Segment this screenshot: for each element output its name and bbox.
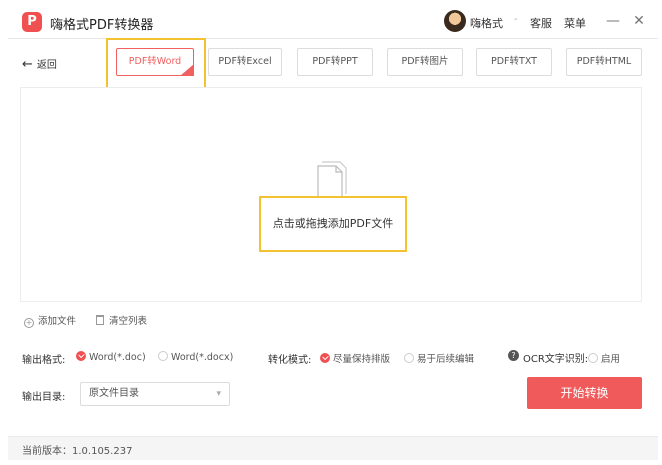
radio-label: Word(*.doc) [89, 352, 146, 363]
ocr-enable-radio[interactable]: 启用 [588, 351, 620, 365]
minimize-icon[interactable]: — [604, 12, 622, 30]
trash-icon [96, 315, 104, 325]
app-title: 嗨格式PDF转换器 [50, 18, 154, 33]
conversion-mode-label: 转化模式: [268, 355, 312, 366]
format-docx-radio[interactable]: Word(*.docx) [158, 351, 233, 363]
avatar[interactable] [444, 10, 466, 32]
tab-pdf-to-excel[interactable]: PDF转Excel [208, 48, 282, 76]
tab-label: PDF转图片 [401, 56, 449, 67]
version-text: 当前版本：1.0.105.237 [22, 446, 133, 457]
username[interactable]: 嗨格式 [470, 15, 503, 31]
ocr-label: OCR文字识别: [523, 354, 589, 365]
radio-unchecked-icon [158, 351, 168, 361]
tab-pdf-to-html[interactable]: PDF转HTML [566, 48, 642, 76]
clear-list-label: 清空列表 [109, 316, 148, 327]
tab-label: PDF转PPT [312, 56, 358, 67]
chevron-down-icon: ▾ [216, 389, 221, 399]
radio-label: 启用 [601, 354, 621, 365]
start-convert-button[interactable]: 开始转换 [527, 377, 642, 409]
menu-link[interactable]: 菜单 [564, 15, 586, 31]
service-link[interactable]: 客服 [530, 15, 552, 31]
radio-unchecked-icon [588, 353, 598, 363]
output-dir-select[interactable]: 原文件目录 ▾ [80, 382, 230, 406]
output-dir-value: 原文件目录 [89, 388, 139, 399]
output-format-label: 输出格式: [22, 355, 66, 366]
radio-label: 尽量保持排版 [333, 354, 391, 365]
tab-pdf-to-txt[interactable]: PDF转TXT [476, 48, 552, 76]
add-icon: + [24, 318, 34, 328]
mode-keep-layout-radio[interactable]: 尽量保持排版 [320, 351, 390, 365]
tab-label: PDF转Excel [218, 56, 272, 67]
radio-label: 易于后续编辑 [417, 354, 475, 365]
username-separator: - [514, 14, 518, 25]
output-dir-label: 输出目录: [22, 392, 66, 403]
title-bar: P 嗨格式PDF转换器 嗨格式 - 客服 菜单 — ✕ [8, 4, 658, 38]
tab-pdf-to-image[interactable]: PDF转图片 [387, 48, 463, 76]
back-button[interactable]: ← 返回 [22, 56, 57, 72]
mode-editable-radio[interactable]: 易于后续编辑 [404, 351, 474, 365]
format-doc-radio[interactable]: Word(*.doc) [76, 351, 146, 363]
add-file-button[interactable]: + 添加文件 [24, 313, 76, 328]
tab-highlight-box [106, 38, 206, 92]
tab-pdf-to-ppt[interactable]: PDF转PPT [297, 48, 373, 76]
status-bar: 当前版本：1.0.105.237 [8, 436, 658, 460]
close-icon[interactable]: ✕ [630, 12, 648, 30]
tab-label: PDF转TXT [491, 56, 537, 67]
back-label: 返回 [36, 60, 57, 71]
help-icon[interactable]: ? [508, 350, 519, 361]
add-file-label: 添加文件 [38, 316, 77, 327]
clear-list-button[interactable]: 清空列表 [96, 313, 147, 327]
radio-checked-icon [320, 353, 330, 363]
tab-label: PDF转HTML [576, 56, 632, 67]
back-arrow-icon: ← [22, 57, 33, 72]
radio-checked-icon [76, 351, 86, 361]
dropzone-prompt[interactable]: 点击或拖拽添加PDF文件 [259, 196, 407, 252]
radio-unchecked-icon [404, 353, 414, 363]
radio-label: Word(*.docx) [171, 352, 234, 363]
document-icon [317, 161, 347, 199]
app-logo-icon: P [22, 12, 42, 32]
